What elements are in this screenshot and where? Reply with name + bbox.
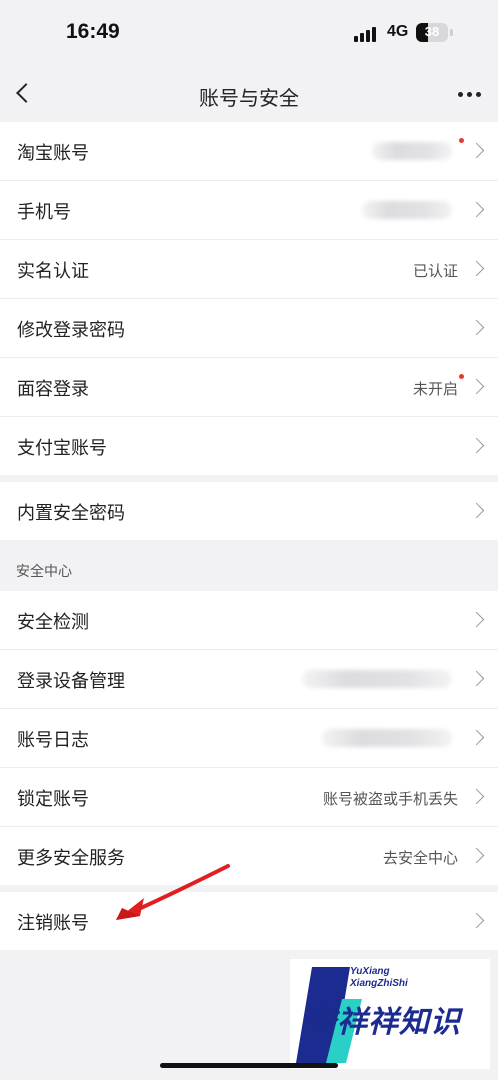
notification-dot: [459, 138, 464, 143]
chevron-right-icon: [468, 437, 485, 454]
row-label: 修改登录密码: [17, 320, 125, 341]
row-label: 内置安全密码: [17, 503, 125, 524]
row-label: 支付宝账号: [17, 438, 107, 459]
security-center-group: 安全检测 登录设备管理 账号日志 锁定账号 账号被盗或手机丢失 更多安全服务 去…: [0, 591, 498, 885]
row-label: 注销账号: [17, 913, 89, 934]
chevron-right-icon: [468, 729, 485, 746]
notification-dot: [459, 374, 464, 379]
chevron-right-icon: [468, 142, 485, 159]
row-account-log[interactable]: 账号日志: [0, 709, 498, 768]
battery-icon: 38: [416, 23, 448, 42]
row-label: 面容登录: [17, 379, 89, 400]
chevron-right-icon: [468, 378, 485, 395]
row-builtin-security-password[interactable]: 内置安全密码: [0, 482, 498, 540]
chevron-right-icon: [468, 912, 485, 929]
watermark-chinese: 誉祥祥知识: [306, 1005, 461, 1040]
watermark-line1: YuXiang: [350, 966, 390, 977]
row-deactivate-account[interactable]: 注销账号: [0, 892, 498, 950]
row-label: 实名认证: [17, 261, 89, 282]
row-label: 安全检测: [17, 612, 89, 633]
row-label: 淘宝账号: [17, 143, 89, 164]
battery-tip: [450, 29, 453, 36]
row-face-login[interactable]: 面容登录 未开启: [0, 358, 498, 417]
watermark-logo: YuXiang XiangZhiShi 誉祥祥知识: [290, 959, 490, 1069]
chevron-right-icon: [468, 201, 485, 218]
row-phone-number[interactable]: 手机号: [0, 181, 498, 240]
chevron-right-icon: [468, 502, 485, 519]
row-value: 去安全中心: [382, 849, 458, 867]
row-label: 登录设备管理: [17, 671, 125, 692]
row-lock-account[interactable]: 锁定账号 账号被盗或手机丢失: [0, 768, 498, 827]
home-indicator: [160, 1063, 338, 1068]
row-real-name-auth[interactable]: 实名认证 已认证: [0, 240, 498, 299]
row-security-check[interactable]: 安全检测: [0, 591, 498, 650]
row-value: 已认证: [412, 262, 458, 280]
section-header-security-center: 安全中心: [16, 564, 72, 580]
row-change-password[interactable]: 修改登录密码: [0, 299, 498, 358]
signal-icon: [354, 26, 380, 42]
account-settings-group: 淘宝账号 手机号 实名认证 已认证 修改登录密码 面容登录 未开启 支付宝账号: [0, 122, 498, 475]
chevron-right-icon: [468, 260, 485, 277]
battery-level: 38: [424, 24, 440, 39]
masked-value: [302, 670, 452, 688]
row-alipay-account[interactable]: 支付宝账号: [0, 417, 498, 475]
network-type: 4G: [387, 23, 409, 40]
masked-value: [362, 201, 452, 219]
row-more-security-services[interactable]: 更多安全服务 去安全中心: [0, 827, 498, 885]
chevron-right-icon: [468, 611, 485, 628]
row-device-management[interactable]: 登录设备管理: [0, 650, 498, 709]
nav-bar: 账号与安全: [0, 66, 498, 122]
annotation-arrow-icon: [116, 864, 230, 920]
more-horizontal-icon[interactable]: [458, 82, 484, 104]
deactivate-group: 注销账号: [0, 892, 498, 950]
masked-value: [322, 729, 452, 747]
builtin-password-group: 内置安全密码: [0, 482, 498, 540]
row-label: 手机号: [17, 202, 71, 223]
status-bar: 16:49 4G 38: [0, 0, 498, 66]
row-taobao-account[interactable]: 淘宝账号: [0, 122, 498, 181]
masked-value: [372, 142, 452, 160]
row-label: 账号日志: [17, 730, 89, 751]
page-title: 账号与安全: [199, 86, 299, 110]
row-value: 账号被盗或手机丢失: [322, 790, 458, 808]
chevron-right-icon: [468, 670, 485, 687]
chevron-right-icon: [468, 788, 485, 805]
row-label: 锁定账号: [17, 789, 89, 810]
watermark-line2: XiangZhiShi: [350, 978, 408, 989]
chevron-right-icon: [468, 847, 485, 864]
status-time: 16:49: [66, 20, 120, 43]
row-value: 未开启: [412, 380, 458, 398]
chevron-right-icon: [468, 319, 485, 336]
